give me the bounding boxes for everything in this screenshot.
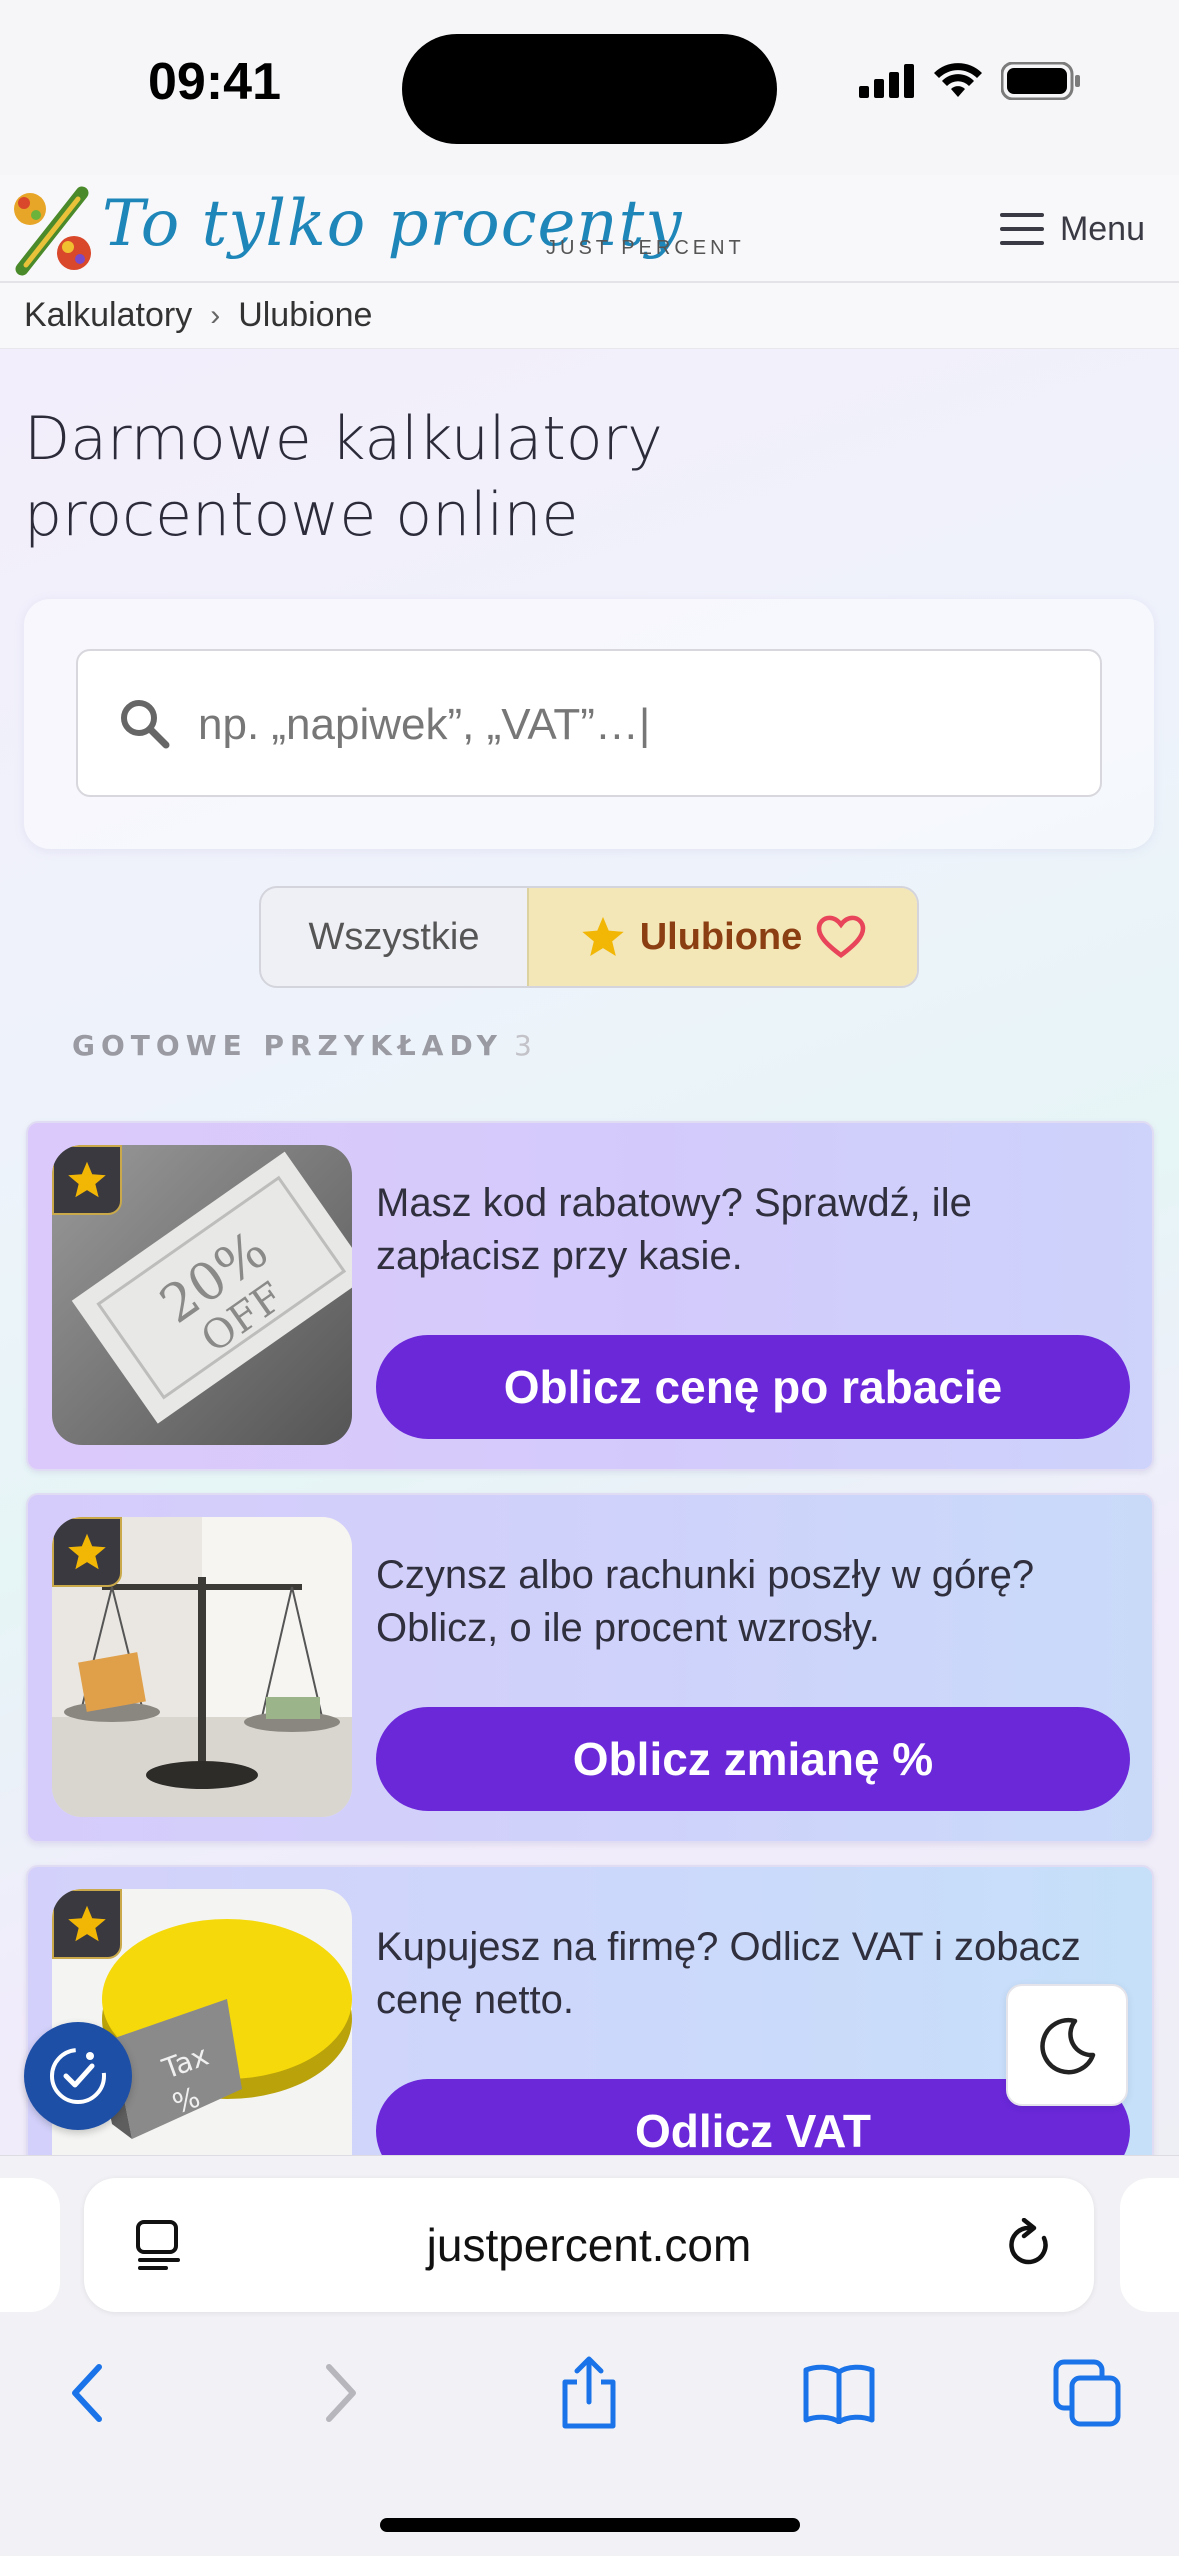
scales-image [52,1517,352,1817]
bookmarks-button[interactable] [794,2348,884,2438]
page-title: Darmowe kalkulatory procentowe online [24,404,663,550]
dark-mode-toggle[interactable] [1006,1984,1128,2106]
next-tab-preview[interactable] [1120,2178,1179,2312]
search-input[interactable] [198,689,1058,761]
site-header: To tylko procenty JUST PERCENT Menu [0,175,1179,281]
card-description: Kupujesz na firmę? Odlicz VAT i zobacz c… [376,1925,1081,2022]
example-card-vat: Tax % Kupujesz na firmę? Odlicz VAT i zo… [26,1865,1154,2155]
star-icon [68,1905,106,1942]
status-time: 09:41 [148,53,281,111]
search-icon [121,700,170,749]
example-card-change: Czynsz albo rachunki poszły w górę? Obli… [26,1493,1154,1843]
main-content: Darmowe kalkulatory procentowe online Ws… [0,349,1179,2155]
reload-icon[interactable] [1004,2218,1054,2272]
search-box[interactable] [76,649,1102,797]
breadcrumb-separator: › [210,298,221,332]
moon-icon [1040,2017,1096,2075]
chevron-right-icon [326,2364,356,2422]
favorite-star-badge[interactable] [52,1517,122,1587]
dynamic-island [402,34,777,144]
favorite-star-badge[interactable] [52,1889,122,1959]
menu-button[interactable]: Menu [999,199,1145,259]
breadcrumb-item-kalkulatory[interactable]: Kalkulatory [24,296,192,335]
calculate-change-button[interactable]: Oblicz zmianę % [376,1707,1130,1811]
filter-favorites-label: Ulubione [639,915,803,958]
tabs-button[interactable] [1042,2348,1132,2438]
star-icon [68,1161,106,1198]
chevron-left-icon [72,2364,102,2422]
filter-all-tab[interactable]: Wszystkie [261,888,527,986]
previous-tab-preview[interactable] [0,2178,60,2312]
star-icon [68,1533,106,1570]
section-count: 3 [514,1029,532,1062]
battery-icon [1001,62,1080,100]
status-bar: 09:41 [0,0,1179,175]
logo-subtitle: JUST PERCENT [546,237,745,259]
book-icon [803,2364,875,2424]
share-icon [562,2356,616,2429]
heart-icon [816,915,866,959]
share-button[interactable] [544,2348,634,2438]
filter-segmented-control: Wszystkie Ulubione [259,886,919,988]
hamburger-icon [999,213,1044,245]
address-bar[interactable]: justpercent.com [84,2178,1094,2312]
back-button[interactable] [42,2348,132,2438]
cellular-signal-icon [859,64,914,98]
card-description: Masz kod rabatowy? Sprawdź, ile zapłacis… [376,1181,972,1278]
accessibility-button[interactable] [24,2022,132,2130]
tabs-icon [1053,2359,1121,2427]
home-indicator [380,2518,800,2532]
browser-toolbar: justpercent.com [0,2155,1179,2556]
section-label: GOTOWE PRZYKŁADY [72,1029,503,1062]
status-icons [859,62,1081,100]
url-text[interactable]: justpercent.com [84,2218,1094,2272]
star-icon [582,916,624,956]
breadcrumb-item-ulubione: Ulubione [238,296,373,334]
example-card-discount: 20% OFF Masz kod rabatowy? Sprawdź, ile … [26,1121,1154,1471]
breadcrumb: Kalkulatory › Ulubione [0,281,1179,349]
menu-label: Menu [1059,209,1145,248]
calculate-discount-button[interactable]: Oblicz cenę po rabacie [376,1335,1130,1439]
logo-percent-icon[interactable] [8,185,98,277]
browser-nav-row [0,2348,1179,2448]
search-card [24,599,1154,849]
forward-button[interactable] [296,2348,386,2438]
filter-favorites-tab[interactable]: Ulubione [527,888,917,986]
favorite-star-badge[interactable] [52,1145,122,1215]
wifi-icon [934,63,982,97]
accessibility-icon [50,2048,106,2104]
discount-coupon-image: 20% OFF [52,1145,352,1445]
card-description: Czynsz albo rachunki poszły w górę? Obli… [376,1553,1035,1650]
